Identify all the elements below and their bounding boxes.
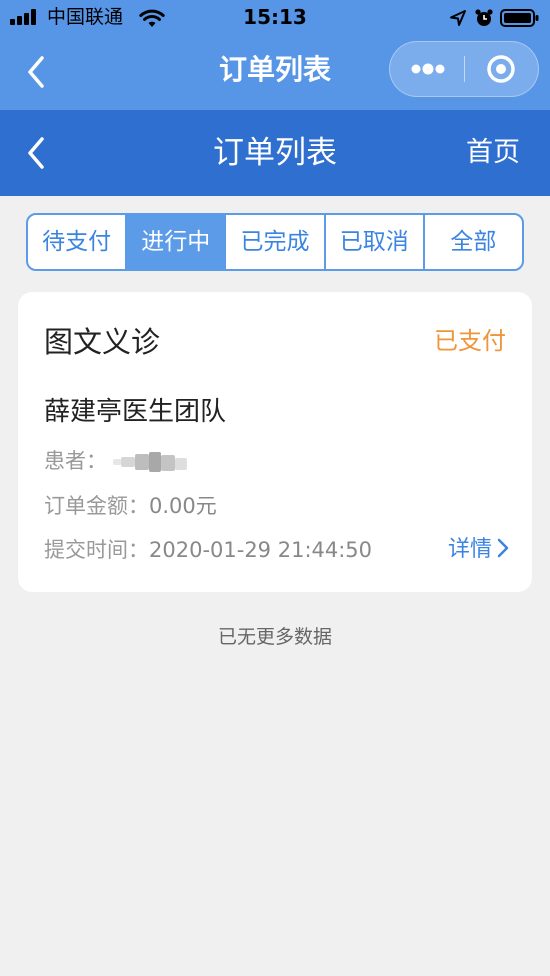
- battery-icon: [500, 9, 539, 27]
- patient-label: 患者：: [44, 449, 107, 473]
- order-status-tabs: 待支付 进行中 已完成 已取消 全部: [26, 213, 524, 271]
- tab-cancelled[interactable]: 已取消: [326, 215, 425, 269]
- status-bar: 中国联通 15:13: [0, 0, 550, 36]
- status-badge: 已支付: [434, 327, 506, 355]
- order-amount: 0.00元: [149, 494, 217, 518]
- alarm-icon: [475, 9, 493, 26]
- capsule-menu: [389, 41, 539, 97]
- more-dots-icon[interactable]: [390, 42, 464, 96]
- order-card[interactable]: 图文义诊 已支付 薛建亭医生团队 患者： 订单金额：0.00元 提交时间：202…: [18, 292, 532, 592]
- amount-label: 订单金额：: [44, 494, 149, 518]
- submit-time: 2020-01-29 21:44:50: [149, 538, 373, 562]
- tab-in-progress[interactable]: 进行中: [127, 215, 227, 269]
- doctor-team-name: 薛建亭医生团队: [44, 397, 227, 427]
- submit-time-row: 提交时间：2020-01-29 21:44:50: [44, 535, 372, 565]
- list-end-message: 已无更多数据: [217, 626, 332, 648]
- submit-time-label: 提交时间：: [44, 538, 149, 562]
- details-link[interactable]: 详情: [448, 535, 510, 565]
- patient-name-redacted: [113, 450, 189, 474]
- chevron-right-icon: [497, 538, 509, 558]
- tab-pending-payment[interactable]: 待支付: [28, 215, 128, 269]
- page-header: 订单列表 首页: [0, 110, 550, 196]
- patient-row: 患者：: [44, 446, 189, 476]
- location-arrow-icon: [450, 10, 466, 26]
- top-navigation-area: 中国联通 15:13 订单列表: [0, 0, 550, 110]
- details-label: 详情: [447, 537, 492, 562]
- service-type: 图文义诊: [44, 325, 161, 359]
- home-link[interactable]: 首页: [466, 134, 520, 172]
- status-time: 15:13: [243, 5, 307, 29]
- tab-completed[interactable]: 已完成: [226, 215, 326, 269]
- tab-all[interactable]: 全部: [425, 215, 522, 269]
- close-circle-icon[interactable]: [465, 42, 539, 96]
- amount-row: 订单金额：0.00元: [44, 491, 217, 521]
